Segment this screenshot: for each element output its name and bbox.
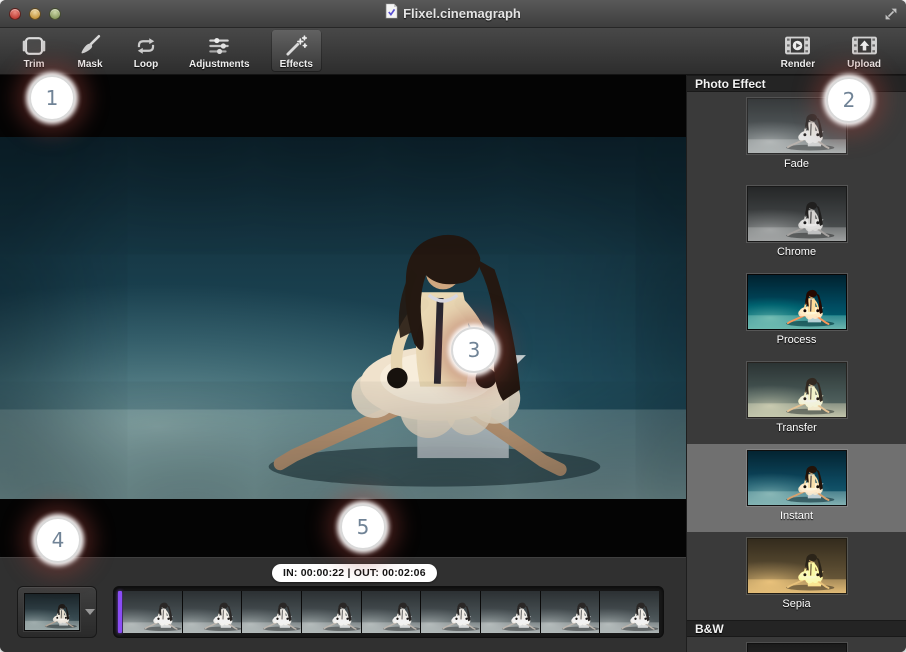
effect-label: Transfer <box>687 422 906 434</box>
loop-button[interactable]: Loop <box>124 29 168 72</box>
frame-image <box>123 591 182 633</box>
upload-film-arrow-icon <box>851 32 878 59</box>
callout-3-number: 3 <box>468 338 481 362</box>
effect-item-chrome[interactable]: Chrome <box>687 180 906 268</box>
filmstrip-frame[interactable] <box>362 591 421 633</box>
mask-button[interactable]: Mask <box>68 29 112 72</box>
filmstrip-frame[interactable] <box>600 591 659 633</box>
content-area: IN: 00:00:22 | OUT: 00:02:06 <box>0 75 906 652</box>
callout-5-number: 5 <box>357 515 370 539</box>
filmstrip-frame[interactable] <box>481 591 540 633</box>
effects-label: Effects <box>280 59 313 70</box>
trim-button[interactable]: Trim <box>12 29 56 72</box>
effect-item-fade[interactable]: Fade <box>687 92 906 180</box>
fullscreen-icon[interactable] <box>884 7 898 21</box>
section-header: Photo Effect <box>687 75 906 92</box>
filmstrip-frame[interactable] <box>421 591 480 633</box>
frame-image <box>541 591 600 633</box>
document-icon <box>385 3 398 24</box>
filmstrip-frame[interactable] <box>183 591 242 633</box>
toolbar-right-group: Render Upload <box>772 29 890 72</box>
callout-2: 2 <box>826 77 872 123</box>
toolbar: Trim Mask Loop Adjustments Effects <box>0 28 906 75</box>
upload-label: Upload <box>847 59 881 70</box>
callout-2-number: 2 <box>843 88 856 112</box>
magic-wand-icon <box>283 32 309 59</box>
toolbar-left-group: Trim Mask Loop Adjustments Effects <box>12 29 322 72</box>
effect-thumbnail <box>747 186 847 242</box>
sliders-icon <box>206 32 232 59</box>
filmstrip-frame[interactable] <box>242 591 301 633</box>
render-button[interactable]: Render <box>772 29 824 72</box>
frame-image <box>421 591 480 633</box>
section-header: B&W <box>687 620 906 637</box>
filmstrip-frame[interactable] <box>541 591 600 633</box>
window-controls <box>9 8 61 20</box>
filmstrip-frames <box>123 591 659 633</box>
effect-item-sepia[interactable]: Sepia <box>687 532 906 620</box>
filmstrip-frame[interactable] <box>302 591 361 633</box>
effect-item-transfer[interactable]: Transfer <box>687 356 906 444</box>
window-title: Flixel.cinemagraph <box>403 6 521 21</box>
render-label: Render <box>781 59 815 70</box>
timeline-panel: IN: 00:00:22 | OUT: 00:02:06 <box>0 557 686 652</box>
in-out-badge: IN: 00:00:22 | OUT: 00:02:06 <box>272 564 437 582</box>
effects-sidebar: Photo Effect Fade <box>686 75 906 652</box>
callout-3: 3 <box>451 327 497 373</box>
effect-label: Chrome <box>687 246 906 258</box>
effect-thumbnail <box>747 362 847 418</box>
effect-thumbnail <box>747 538 847 594</box>
effect-thumbnail <box>747 274 847 330</box>
render-film-play-icon <box>784 32 811 59</box>
effect-item-instant[interactable]: Instant <box>687 444 906 532</box>
frame-image <box>183 591 242 633</box>
effects-button[interactable]: Effects <box>271 29 322 72</box>
video-preview[interactable] <box>0 75 686 557</box>
title-area: Flixel.cinemagraph <box>385 3 521 24</box>
playhead-marker[interactable] <box>118 591 122 633</box>
effect-thumbnail <box>747 643 847 652</box>
callout-1-number: 1 <box>46 86 59 110</box>
editor-column: IN: 00:00:22 | OUT: 00:02:06 <box>0 75 686 652</box>
adjustments-label: Adjustments <box>189 59 250 70</box>
mask-label: Mask <box>77 59 102 70</box>
callout-5: 5 <box>340 504 386 550</box>
effect-label: Fade <box>687 158 906 170</box>
effect-label: Sepia <box>687 598 906 610</box>
effect-item-bw[interactable] <box>687 637 906 652</box>
trim-label: Trim <box>23 59 44 70</box>
effect-thumbnail <box>747 450 847 506</box>
frame-image <box>242 591 301 633</box>
preview-photo <box>0 137 686 499</box>
filmstrip[interactable] <box>113 586 664 638</box>
clip-selector-button[interactable] <box>17 586 97 638</box>
titlebar[interactable]: Flixel.cinemagraph <box>0 0 906 28</box>
clip-thumbnail <box>24 593 80 631</box>
loop-arrows-icon <box>133 32 159 59</box>
zoom-button[interactable] <box>49 8 61 20</box>
frame-image <box>481 591 540 633</box>
mask-brush-icon <box>77 32 103 59</box>
app-window: Flixel.cinemagraph Trim Mask Loop Adjust… <box>0 0 906 652</box>
minimize-button[interactable] <box>29 8 41 20</box>
upload-button[interactable]: Upload <box>838 29 890 72</box>
effect-label: Process <box>687 334 906 346</box>
adjustments-button[interactable]: Adjustments <box>180 29 259 72</box>
frame-image <box>600 591 659 633</box>
close-button[interactable] <box>9 8 21 20</box>
frame-image <box>302 591 361 633</box>
effect-item-process[interactable]: Process <box>687 268 906 356</box>
effect-label: Instant <box>687 510 906 522</box>
callout-4-number: 4 <box>52 528 65 552</box>
callout-4: 4 <box>35 517 81 563</box>
frame-image <box>362 591 421 633</box>
filmstrip-frame[interactable] <box>123 591 182 633</box>
callout-1: 1 <box>29 75 75 121</box>
trim-icon <box>21 32 47 59</box>
loop-label: Loop <box>134 59 158 70</box>
chevron-down-icon <box>85 609 95 615</box>
